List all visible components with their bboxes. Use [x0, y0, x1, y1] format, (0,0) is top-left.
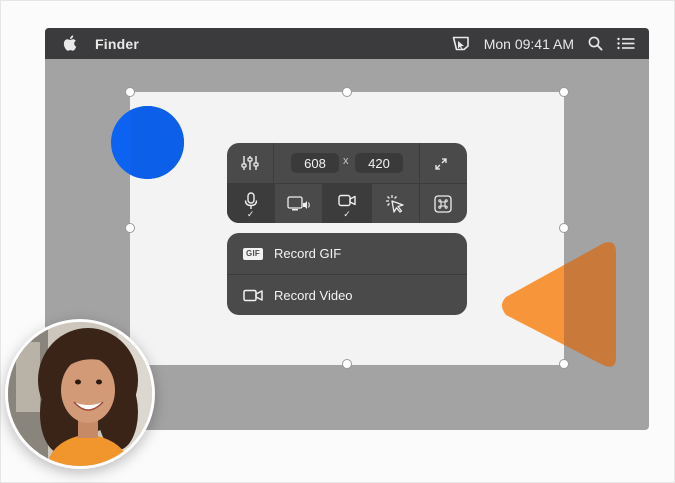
toolbar-divider	[273, 143, 274, 184]
camera-icon	[338, 194, 356, 207]
fullscreen-expand-icon[interactable]	[435, 157, 447, 175]
menu-bar-extras: Mon 09:41 AM	[452, 28, 635, 59]
settings-sliders-icon[interactable]	[241, 154, 259, 177]
menu-bar-clock[interactable]: Mon 09:41 AM	[484, 36, 574, 52]
webcam-preview[interactable]	[5, 319, 155, 469]
width-field[interactable]: 608	[291, 153, 339, 173]
click-highlight-icon	[386, 194, 404, 213]
gif-icon: GIF	[243, 247, 263, 260]
record-gif-label: Record GIF	[274, 246, 342, 261]
screen-capture-status-icon[interactable]	[452, 36, 470, 51]
microphone-icon	[244, 191, 257, 209]
orange-triangle-shape	[502, 242, 616, 367]
webcam-person-image	[8, 322, 152, 466]
record-video-item[interactable]: Record Video	[227, 274, 467, 315]
resize-handle-top-left[interactable]	[125, 87, 135, 97]
apple-icon[interactable]	[63, 34, 79, 52]
click-highlight-toggle[interactable]	[372, 184, 420, 223]
toolbar-options-row: ✓ ✓	[227, 184, 467, 223]
resize-handle-bottom-right[interactable]	[559, 359, 569, 369]
record-video-label: Record Video	[274, 287, 353, 303]
capture-toolbar: 608 x 420 ✓ ✓	[227, 143, 467, 223]
menu-bar: Finder Mon 09:41 AM	[45, 28, 649, 59]
toolbar-size-row: 608 x 420	[227, 143, 467, 184]
resize-handle-left[interactable]	[125, 223, 135, 233]
keystroke-icon	[434, 194, 453, 213]
camera-checkmark: ✓	[343, 209, 351, 219]
spotlight-search-icon[interactable]	[588, 36, 603, 51]
resize-handle-top[interactable]	[342, 87, 352, 97]
size-separator: x	[343, 155, 349, 167]
resize-handle-right[interactable]	[559, 223, 569, 233]
app-name[interactable]: Finder	[95, 36, 139, 52]
resize-handle-bottom[interactable]	[342, 359, 352, 369]
camera-toggle[interactable]: ✓	[323, 184, 372, 223]
notification-center-icon[interactable]	[617, 37, 635, 50]
system-audio-icon	[287, 195, 310, 210]
record-options-menu: GIF Record GIF Record Video	[227, 233, 467, 315]
resize-handle-top-right[interactable]	[559, 87, 569, 97]
video-camera-icon	[243, 289, 263, 301]
microphone-toggle[interactable]: ✓	[227, 184, 276, 223]
blue-circle-overlap	[130, 106, 184, 179]
toolbar-divider	[419, 143, 420, 184]
keystroke-toggle[interactable]	[420, 184, 467, 223]
system-audio-toggle[interactable]	[275, 184, 324, 223]
microphone-checkmark: ✓	[246, 209, 255, 219]
height-field[interactable]: 420	[355, 153, 403, 173]
record-gif-item[interactable]: GIF Record GIF	[227, 233, 467, 274]
stage: Finder Mon 09:41 AM 608 x 420 ✓ ✓ GIF Re…	[0, 0, 675, 483]
